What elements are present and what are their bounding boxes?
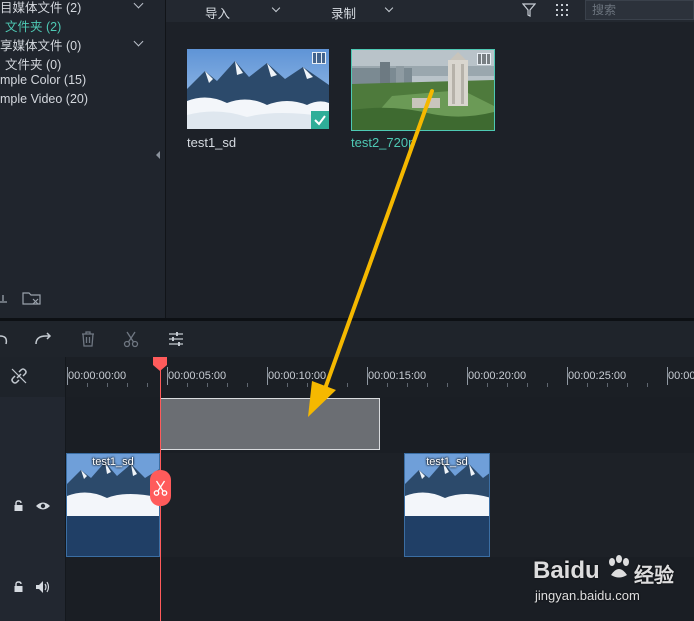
delete-folder-icon[interactable] <box>22 290 42 306</box>
tree-item-shared-media[interactable]: 享媒体文件 (0) <box>0 35 81 54</box>
clip-audio-bar <box>67 516 159 556</box>
search-box <box>585 0 694 20</box>
chevron-down-icon[interactable] <box>133 0 144 9</box>
collapse-panel-icon[interactable] <box>156 151 160 159</box>
ruler-minor-tick <box>87 383 88 387</box>
grid-view-icon[interactable] <box>555 3 569 17</box>
clip-title: test1_sd <box>92 456 134 468</box>
tree-item-label: mple Color (15) <box>0 73 87 87</box>
ruler-minor-tick <box>227 383 228 387</box>
track-header-audio <box>0 557 66 621</box>
scissors-icon <box>153 480 168 496</box>
track-header-video <box>0 453 66 557</box>
ruler-minor-tick <box>587 383 588 387</box>
ruler-minor-tick <box>547 383 548 387</box>
ruler-minor-tick <box>487 383 488 387</box>
tree-item-folder[interactable]: 文件夹 (2) <box>5 16 61 35</box>
watermark-cn: 经验 <box>634 565 674 587</box>
ruler-minor-tick <box>607 383 608 387</box>
split-marker[interactable] <box>150 470 171 506</box>
split-icon[interactable] <box>122 330 140 348</box>
lock-icon[interactable] <box>13 500 24 512</box>
search-input[interactable] <box>586 1 694 19</box>
ruler-corner <box>0 357 66 397</box>
paw-icon <box>609 555 629 578</box>
video-file-icon <box>477 53 491 65</box>
media-library-panel: 目媒体文件 (2) 文件夹 (2) 享媒体文件 (0) 文件夹 (0) mple… <box>0 0 166 318</box>
ruler-minor-tick <box>147 383 148 387</box>
lock-icon[interactable] <box>13 581 24 593</box>
tree-item-label: 享媒体文件 (0) <box>0 39 82 53</box>
ruler-minor-tick <box>447 383 448 387</box>
ruler-label: 00:00:20:00 <box>468 370 527 382</box>
clip-audio-bar <box>405 516 489 556</box>
ruler-label: 00:00:00:00 <box>68 370 127 382</box>
undo-icon[interactable] <box>0 330 12 348</box>
ruler-label: 00:00:30:00 <box>668 370 694 382</box>
chevron-down-icon[interactable] <box>271 3 281 13</box>
video-file-icon <box>312 52 326 64</box>
ruler-label: 00:00:25:00 <box>568 370 627 382</box>
watermark-url: jingyan.baidu.com <box>535 588 640 603</box>
ruler-minor-tick <box>107 383 108 387</box>
add-folder-icon[interactable] <box>0 290 10 304</box>
filter-icon[interactable] <box>522 3 536 17</box>
video-clip[interactable]: test1_sd <box>66 453 160 557</box>
ruler-minor-tick <box>647 383 648 387</box>
tree-item-sample-color[interactable]: mple Color (15) <box>0 73 86 87</box>
chevron-down-icon[interactable] <box>384 3 394 13</box>
tree-item-label: mple Video (20) <box>0 92 89 106</box>
drag-arrow-annotation <box>308 89 434 417</box>
watermark-brand: Baidu <box>533 557 600 584</box>
tree-item-sample-video[interactable]: mple Video (20) <box>0 92 88 106</box>
ruler-label: 00:00:05:00 <box>168 370 227 382</box>
playhead-handle[interactable] <box>153 357 167 371</box>
adjust-icon[interactable] <box>167 330 185 348</box>
import-button[interactable]: 导入 <box>205 3 230 22</box>
baidu-watermark: Baidu 经验 jingyan.baidu.com <box>530 555 694 621</box>
track-header-overlay <box>0 397 66 453</box>
video-clip[interactable]: test1_sd <box>404 453 490 557</box>
ruler-minor-tick <box>627 383 628 387</box>
ruler-minor-tick <box>247 383 248 387</box>
tree-item-label: 文件夹 (2) <box>5 20 62 34</box>
delete-icon[interactable] <box>79 330 97 348</box>
tree-item-label: 目媒体文件 (2) <box>0 1 82 15</box>
tree-item-label: 文件夹 (0) <box>5 58 62 72</box>
tree-item-shared-folder[interactable]: 文件夹 (0) <box>5 54 61 73</box>
chevron-down-icon[interactable] <box>133 36 144 47</box>
ruler-minor-tick <box>527 383 528 387</box>
link-icon[interactable] <box>10 367 28 385</box>
clip-title: test1_sd <box>426 456 468 468</box>
ruler-minor-tick <box>507 383 508 387</box>
tree-item-project-media[interactable]: 目媒体文件 (2) <box>0 0 81 16</box>
redo-icon[interactable] <box>34 330 52 348</box>
ruler-minor-tick <box>187 383 188 387</box>
ruler-minor-tick <box>127 383 128 387</box>
ruler-minor-tick <box>207 383 208 387</box>
volume-icon[interactable] <box>35 580 51 594</box>
media-name: test1_sd <box>187 135 237 150</box>
ruler-minor-tick <box>287 383 288 387</box>
eye-icon[interactable] <box>35 500 51 512</box>
record-button[interactable]: 录制 <box>331 3 356 22</box>
